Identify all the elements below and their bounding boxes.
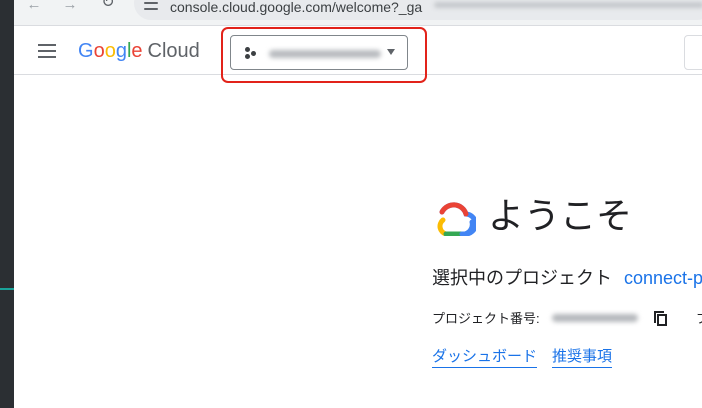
selected-project-link[interactable]: connect-p (624, 268, 702, 288)
project-picker-button[interactable] (230, 35, 408, 70)
welcome-title: ようこそ (488, 195, 633, 236)
forward-arrow-icon[interactable]: → (60, 0, 80, 14)
google-cloud-icon (437, 202, 476, 236)
google-cloud-logo[interactable]: Google Cloud (78, 40, 200, 62)
adjacent-window-accent (0, 288, 14, 290)
hamburger-menu-icon[interactable] (36, 43, 58, 59)
console-header: Google Cloud (14, 27, 702, 83)
site-settings-icon[interactable] (144, 0, 160, 12)
browser-toolbar: ← → ↻ console.cloud.google.com/welcome?_… (14, 0, 702, 26)
selected-project-label: 選択中のプロジェクト (432, 268, 612, 288)
recommendations-link[interactable]: 推奨事項 (552, 348, 613, 368)
project-number-label: プロジェクト番号: (432, 311, 540, 326)
project-dots-icon (245, 47, 259, 59)
chevron-down-icon (387, 49, 395, 55)
address-bar[interactable]: console.cloud.google.com/welcome?_ga (134, 0, 702, 20)
back-arrow-icon[interactable]: ← (24, 0, 44, 14)
copy-icon[interactable] (654, 311, 668, 327)
dashboard-link[interactable]: ダッシュボード (432, 348, 538, 368)
search-box[interactable] (684, 35, 702, 70)
url-text: console.cloud.google.com/welcome?_ga (170, 0, 423, 15)
url-redacted (434, 2, 702, 8)
adjacent-window-edge (0, 0, 14, 408)
reload-icon[interactable]: ↻ (98, 0, 118, 12)
selected-project-row: 選択中のプロジェクト connect-p (432, 267, 702, 289)
project-id-label-truncated: プ (696, 311, 702, 327)
project-name-redacted (269, 50, 381, 58)
project-number-redacted (552, 314, 638, 322)
